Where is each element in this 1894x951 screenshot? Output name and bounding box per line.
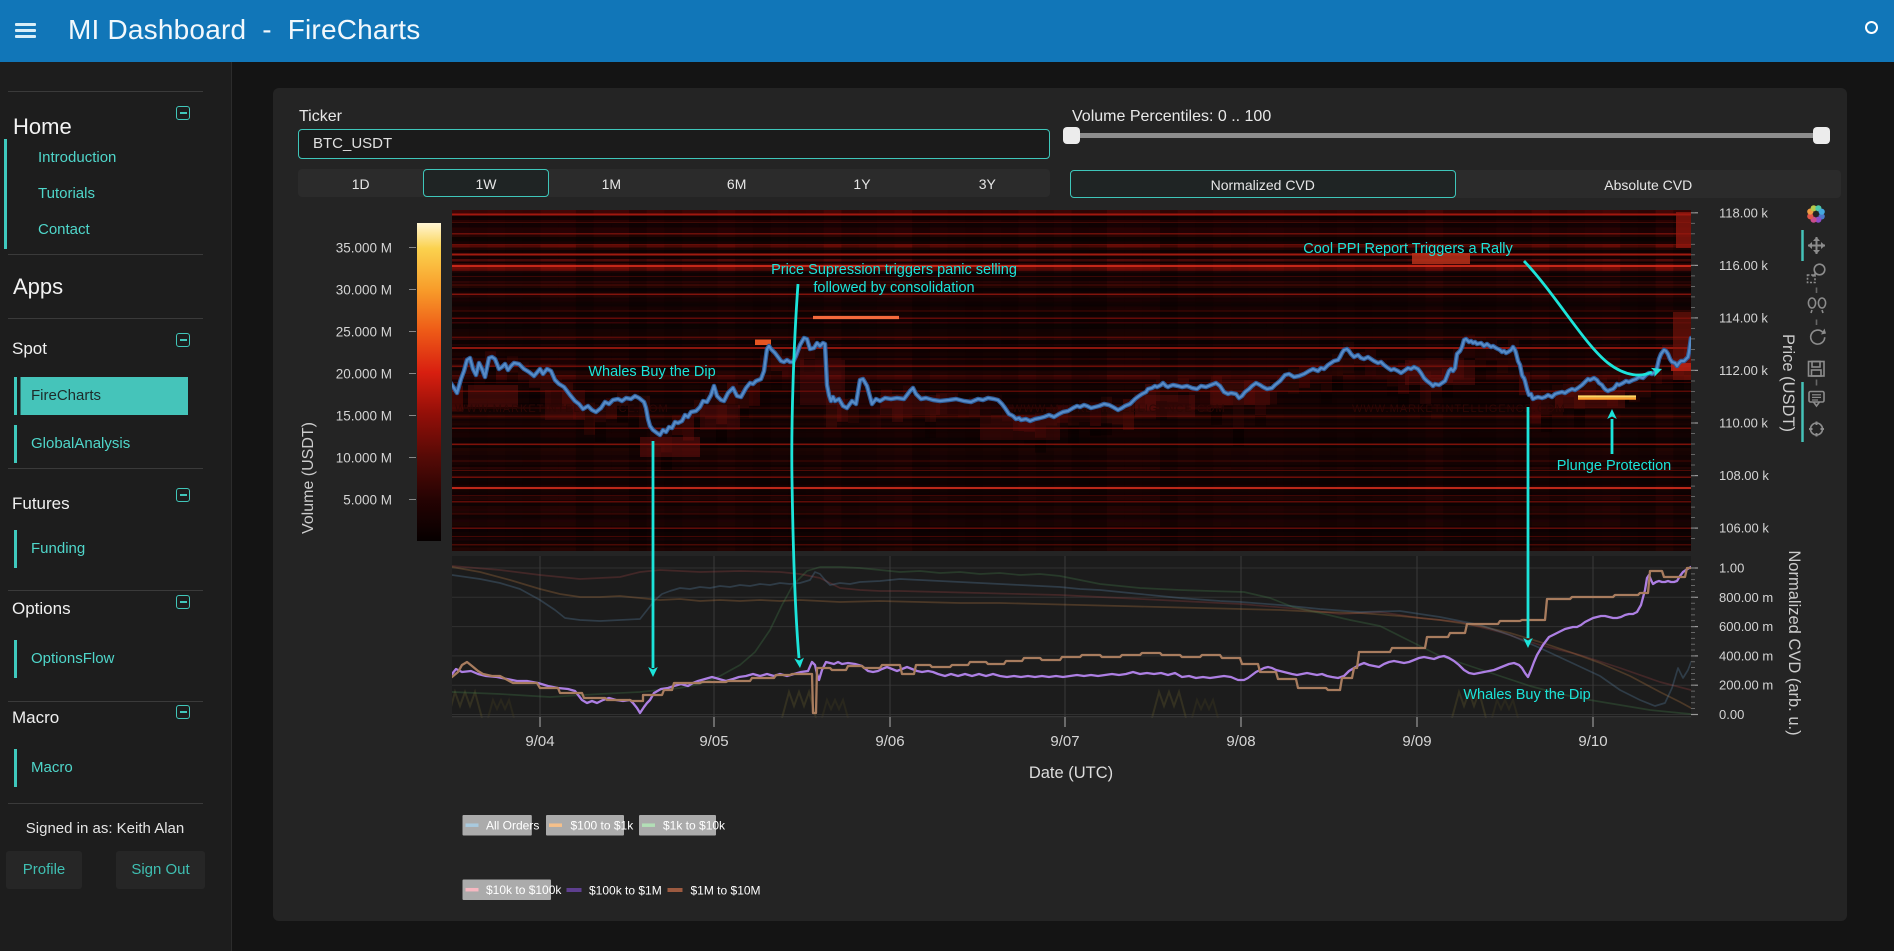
svg-text:30.000 M: 30.000 M [336,283,392,298]
svg-text:20.000 M: 20.000 M [336,367,392,382]
svg-text:9/08: 9/08 [1226,733,1255,750]
svg-text:9/09: 9/09 [1402,733,1431,750]
svg-text:Whales Buy the Dip: Whales Buy the Dip [1463,687,1590,703]
svg-text:$100k to $1M: $100k to $1M [589,883,662,897]
svg-text:$10k to $100k: $10k to $100k [486,883,562,897]
svg-text:1.00: 1.00 [1719,561,1744,576]
svg-text:Cool PPI Report Triggers a Ral: Cool PPI Report Triggers a Rally [1303,241,1513,257]
svg-text:200.00 m: 200.00 m [1719,678,1773,693]
svg-text:800.00 m: 800.00 m [1719,590,1773,605]
svg-text:Normalized CVD (arb. u.): Normalized CVD (arb. u.) [1785,550,1803,735]
svg-text:Date (UTC): Date (UTC) [1029,764,1113,782]
svg-text:$1M to $10M: $1M to $10M [691,883,761,897]
svg-text:112.00 k: 112.00 k [1719,363,1768,378]
svg-text:106.00 k: 106.00 k [1719,521,1769,536]
svg-text:5.000 M: 5.000 M [343,493,392,508]
svg-text:Price (USDT): Price (USDT) [1779,334,1797,432]
svg-text:WWW.MARKETINTELLIGENCE.COM: WWW.MARKETINTELLIGENCE.COM [1352,403,1566,415]
svg-text:Whales Buy the Dip: Whales Buy the Dip [588,364,715,380]
svg-text:116.00 k: 116.00 k [1719,258,1768,273]
svg-text:9/04: 9/04 [525,733,554,750]
svg-text:110.00 k: 110.00 k [1719,416,1768,431]
svg-text:600.00 m: 600.00 m [1719,619,1773,634]
svg-text:10.000 M: 10.000 M [336,451,392,466]
svg-text:114.00 k: 114.00 k [1719,310,1768,325]
svg-text:9/06: 9/06 [875,733,904,750]
svg-text:35.000 M: 35.000 M [336,241,392,256]
svg-text:All Orders: All Orders [486,819,539,833]
svg-text:118.00 k: 118.00 k [1719,205,1768,220]
svg-text:9/07: 9/07 [1050,733,1079,750]
svg-text:108.00 k: 108.00 k [1719,468,1769,483]
svg-text:9/05: 9/05 [699,733,728,750]
svg-text:400.00 m: 400.00 m [1719,648,1773,663]
svg-text:Price Supression triggers pani: Price Supression triggers panic selling [771,262,1017,278]
svg-text:0.00: 0.00 [1719,707,1744,722]
svg-text:15.000 M: 15.000 M [336,409,392,424]
svg-text:WWW.MARKETINTELLIGENCE.COM: WWW.MARKETINTELLIGENCE.COM [455,403,669,415]
svg-text:Volume (USDT): Volume (USDT) [300,422,317,534]
svg-text:9/10: 9/10 [1578,733,1607,750]
svg-text:Plunge Protection: Plunge Protection [1557,458,1671,474]
svg-text:$100 to $1k: $100 to $1k [571,819,635,833]
svg-text:$1k to $10k: $1k to $10k [663,819,726,833]
svg-text:25.000 M: 25.000 M [336,325,392,340]
svg-text:followed by consolidation: followed by consolidation [813,280,974,296]
